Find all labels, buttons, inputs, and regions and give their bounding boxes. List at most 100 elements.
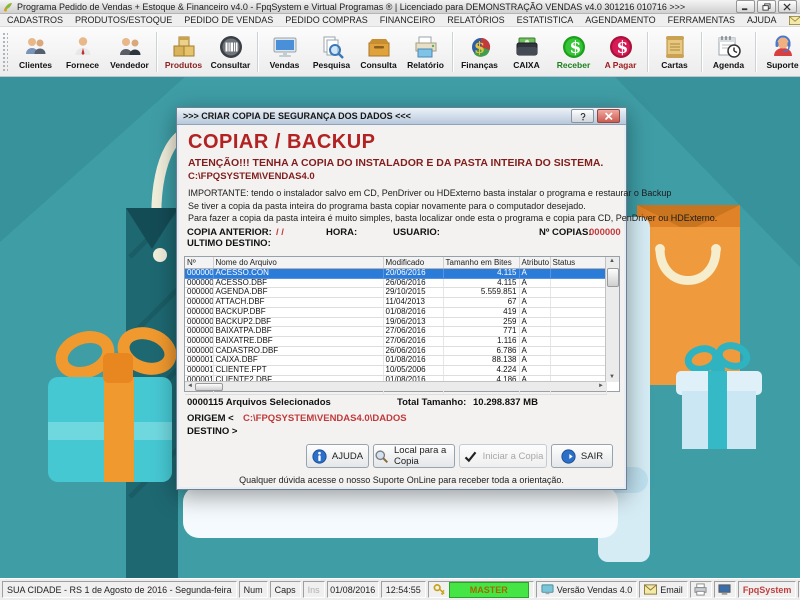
ajuda-button[interactable]: AJUDA [306, 444, 369, 468]
menu-item-ferramentas[interactable]: FERRAMENTAS [668, 15, 735, 25]
table-row[interactable]: 0000001ACESSO.CON20/06/20164.115A [185, 269, 606, 279]
status-monitor-button[interactable] [714, 581, 736, 598]
status-printer-button[interactable] [690, 581, 712, 598]
iniciar-copia-button[interactable]: Iniciar a Copia [459, 444, 547, 468]
table-row[interactable]: 0000006BACKUP2.DBF19/06/2013259A [185, 317, 606, 327]
toolbar-fornece-button[interactable]: Fornece [59, 29, 106, 75]
horizontal-scrollbar[interactable]: ◄ ► [185, 381, 606, 391]
relatorio-icon [413, 34, 439, 60]
table-row[interactable]: 0000005BACKUP.DBF01/08/2016419A [185, 307, 606, 317]
sair-button[interactable]: SAIR [551, 444, 613, 468]
status-ins: Ins [303, 581, 325, 598]
toolbar-label: Pesquisa [313, 61, 350, 70]
receber-icon: $ [561, 34, 587, 60]
menu-item-pedido-compras[interactable]: PEDIDO COMPRAS [285, 15, 368, 25]
toolbar-receber-button[interactable]: $Receber [550, 29, 597, 75]
toolbar-clientes-button[interactable]: Clientes [12, 29, 59, 75]
selected-files-summary: 0000115 Arquivos Selecionados [187, 397, 331, 408]
copia-anterior-label: COPIA ANTERIOR: [187, 227, 272, 238]
toolbar-vendedor-button[interactable]: Vendedor [106, 29, 153, 75]
toolbar-produtos-button[interactable]: Produtos [160, 29, 207, 75]
horizontal-scroll-thumb[interactable] [195, 383, 223, 391]
dialog-titlebar[interactable]: >>> CRIAR COPIA DE SEGURANÇA DOS DADOS <… [177, 108, 626, 125]
toolbar-cartas-button[interactable]: Cartas [651, 29, 698, 75]
menu-item-relatorios[interactable]: RELATÓRIOS [447, 15, 504, 25]
menu-item-ajuda[interactable]: AJUDA [747, 15, 777, 25]
status-date: 01/08/2016 [327, 581, 379, 598]
table-row[interactable]: 0000007BAIXATPA.DBF27/06/2016771A [185, 327, 606, 337]
menu-item-pedido-de-vendas[interactable]: PEDIDO DE VENDAS [184, 15, 273, 25]
table-row[interactable]: 0000003AGENDA.DBF29/10/20155.559.851A [185, 288, 606, 298]
dialog-heading: COPIAR / BACKUP [188, 131, 376, 154]
ultimo-destino-label: ULTIMO DESTINO: [187, 238, 271, 249]
local-para-copia-button[interactable]: Local para a Copia [373, 444, 455, 468]
toolbar-consultar-button[interactable]: Consultar [207, 29, 254, 75]
master-badge: MASTER [449, 582, 529, 598]
menu-item-produtos-estoque[interactable]: PRODUTOS/ESTOQUE [75, 15, 172, 25]
minimize-button[interactable] [736, 0, 755, 13]
monitor-icon [718, 583, 731, 596]
menu-bar-items: CADASTROS PRODUTOS/ESTOQUE PEDIDO DE VENDA… [7, 15, 777, 25]
dialog-help-button[interactable] [571, 109, 594, 123]
clientes-icon [23, 34, 49, 60]
col-tamanho[interactable]: Tamanho em Bites [443, 257, 519, 269]
menu-item-cadastros[interactable]: CADASTROS [7, 15, 63, 25]
status-email-button[interactable]: Email [639, 581, 688, 598]
toolbar-caixa-button[interactable]: CAIXA [503, 29, 550, 75]
toolbar-label: Clientes [19, 61, 52, 70]
col-nome[interactable]: Nome do Arquivo [213, 257, 383, 269]
backup-dialog: >>> CRIAR COPIA DE SEGURANÇA DOS DADOS <… [176, 107, 627, 490]
printer-icon [694, 583, 707, 596]
system-path-text: C:\FPQSYSTEM\VENDAS4.0 [188, 171, 315, 182]
origem-label: ORIGEM < [187, 413, 234, 424]
window-title: Programa Pedido de Vendas + Estoque & Fi… [17, 2, 732, 12]
fornece-icon [70, 34, 96, 60]
toolbar-a-pagar-button[interactable]: $A Pagar [597, 29, 644, 75]
status-bar: SUA CIDADE - RS 1 de Agosto de 2016 - Se… [0, 578, 800, 600]
toolbar-label: Relatório [407, 61, 444, 70]
menu-item-estatistica[interactable]: ESTATISTICA [517, 15, 574, 25]
version-icon [541, 583, 554, 596]
consultar-icon [218, 34, 244, 60]
toolbar-suporte-button[interactable]: Suporte [759, 29, 800, 75]
scroll-left-icon[interactable]: ◄ [187, 382, 193, 390]
status-version: Versão Vendas 4.0 [536, 581, 638, 598]
toolbar-financas-button[interactable]: $Finanças [456, 29, 503, 75]
toolbar-label: Produtos [165, 61, 202, 70]
col-atributo[interactable]: Atributo [519, 257, 550, 269]
table-row[interactable]: 0000009CADASTRO.DBF26/06/20166.786A [185, 346, 606, 356]
scroll-down-icon[interactable]: ▼ [606, 373, 618, 382]
vertical-scroll-thumb[interactable] [607, 268, 619, 287]
col-numero[interactable]: Nº [185, 257, 213, 269]
menu-item-agendamento[interactable]: AGENDAMENTO [585, 15, 655, 25]
vertical-scrollbar[interactable]: ▲ ▼ [605, 257, 619, 382]
toolbar-pesquisa-button[interactable]: Pesquisa [308, 29, 355, 75]
col-modificado[interactable]: Modificado [383, 257, 443, 269]
usuario-label: USUARIO: [393, 227, 440, 238]
table-row[interactable]: 0000008BAIXATRE.DBF27/06/20161.116A [185, 336, 606, 346]
table-row[interactable]: 0000010CAIXA.DBF01/08/201688.138A [185, 356, 606, 366]
status-master-panel: MASTER [428, 581, 534, 598]
table-row[interactable]: 0000002ACESSO.DBF26/06/20164.115A [185, 278, 606, 288]
magnifier-icon [374, 449, 389, 464]
window-titlebar[interactable]: Programa Pedido de Vendas + Estoque & Fi… [0, 0, 800, 14]
toolbar-agenda-button[interactable]: Agenda [705, 29, 752, 75]
caixa-icon [514, 34, 540, 60]
financas-icon: $ [467, 34, 493, 60]
toolbar-label: Vendas [270, 61, 300, 70]
menu-item-financeiro[interactable]: FINANCEIRO [380, 15, 436, 25]
table-header-row[interactable]: Nº Nome do Arquivo Modificado Tamanho em… [185, 257, 606, 269]
toolbar-relatorio-button[interactable]: Relatório [402, 29, 449, 75]
col-status[interactable]: Status [550, 257, 606, 269]
toolbar-label: CAIXA [513, 61, 539, 70]
table-row[interactable]: 0000011CLIENTE.FPT10/05/20064.224A [185, 366, 606, 376]
toolbar-consulta-button[interactable]: Consulta [355, 29, 402, 75]
scroll-right-icon[interactable]: ► [598, 382, 604, 390]
table-row[interactable]: 0000004ATTACH.DBF11/04/201367A [185, 298, 606, 308]
toolbar-label: Suporte [766, 61, 798, 70]
dialog-close-button[interactable] [597, 109, 620, 123]
restore-button[interactable] [757, 0, 776, 13]
toolbar-vendas-button[interactable]: Vendas [261, 29, 308, 75]
scroll-up-icon[interactable]: ▲ [606, 257, 618, 266]
status-num: Num [239, 581, 268, 598]
